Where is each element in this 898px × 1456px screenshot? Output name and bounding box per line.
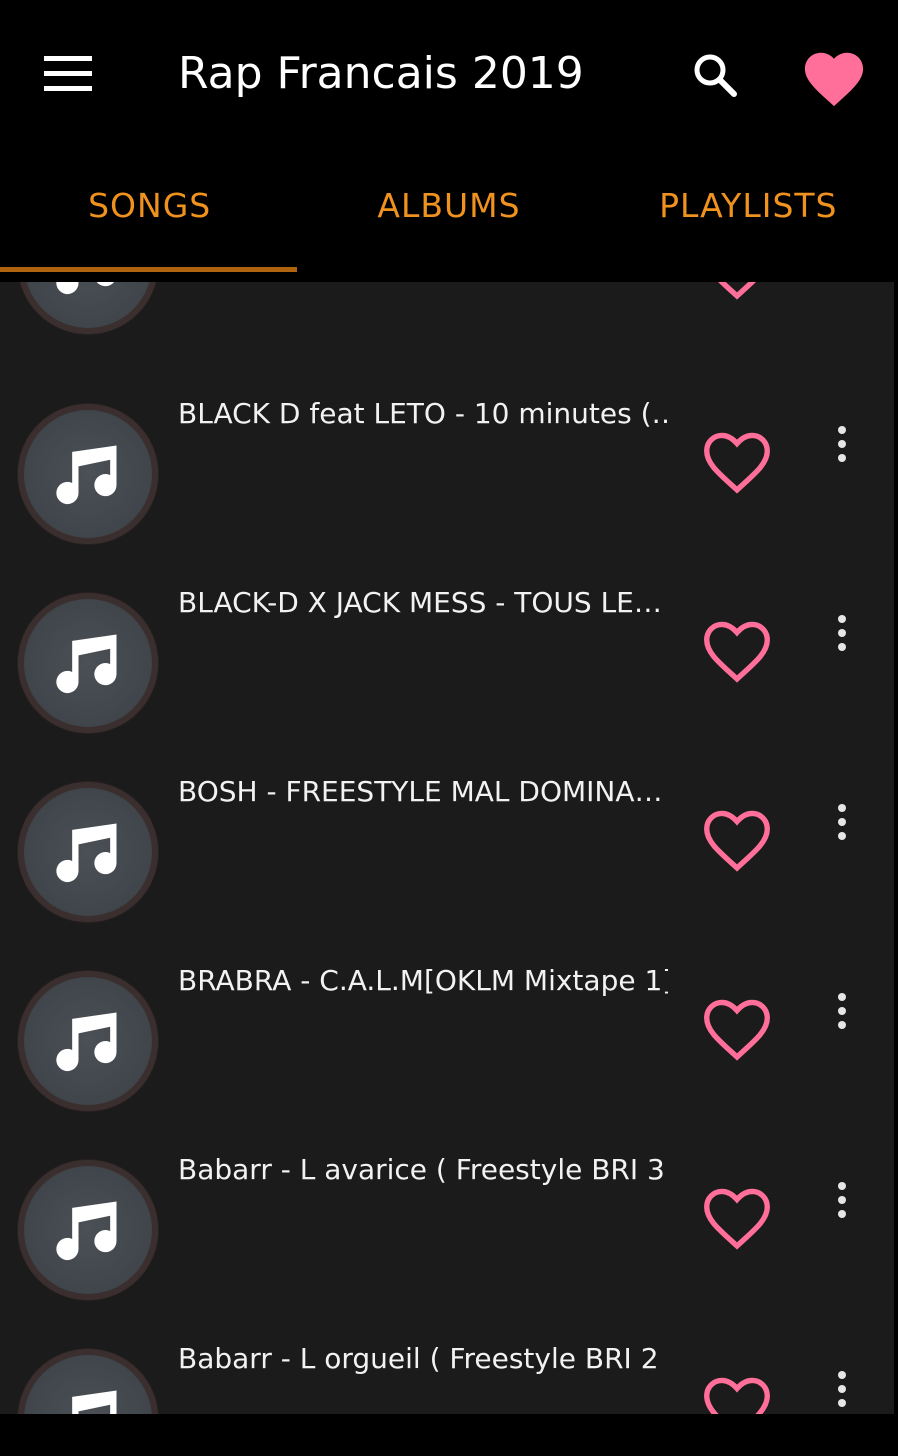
song-title: BLACK-D X JACK MESS - TOUS LE… bbox=[178, 586, 662, 619]
song-list[interactable]: BLACK D feat LETO - 10 minutes (… BLACK-… bbox=[0, 282, 894, 1414]
hamburger-menu-icon bbox=[44, 56, 92, 91]
heart-outline-icon bbox=[704, 810, 770, 872]
album-art bbox=[18, 593, 158, 733]
music-note-icon bbox=[56, 634, 117, 694]
more-options-button[interactable] bbox=[820, 1351, 864, 1414]
dot bbox=[838, 1021, 846, 1029]
more-options-button[interactable] bbox=[820, 784, 864, 860]
more-options-button[interactable] bbox=[820, 595, 864, 671]
list-item[interactable]: Babarr - L avarice ( Freestyle BRI 3 ) bbox=[0, 1142, 894, 1331]
song-title: BRABRA - C.A.L.M[OKLM Mixtape 1] bbox=[178, 964, 668, 997]
favorite-button[interactable] bbox=[690, 605, 784, 691]
heart-outline-icon bbox=[704, 999, 770, 1061]
dot bbox=[838, 1371, 846, 1379]
system-navigation-bar bbox=[0, 1414, 898, 1456]
heart-filled-icon bbox=[804, 52, 864, 107]
dot bbox=[838, 629, 846, 637]
heart-outline-icon bbox=[704, 432, 770, 494]
heart-outline-icon bbox=[704, 1188, 770, 1250]
song-title: Babarr - L avarice ( Freestyle BRI 3 ) bbox=[178, 1153, 668, 1186]
tab-albums-label: ALBUMS bbox=[377, 186, 521, 225]
list-item[interactable]: BLACK D feat LETO - 10 minutes (… bbox=[0, 386, 894, 575]
list-item[interactable]: Babarr - L orgueil ( Freestyle BRI 2 ) bbox=[0, 1331, 894, 1414]
dot bbox=[838, 1210, 846, 1218]
music-note-icon bbox=[56, 1201, 117, 1261]
favorite-button[interactable] bbox=[690, 416, 784, 502]
heart-outline-icon bbox=[704, 1377, 770, 1414]
dot bbox=[838, 440, 846, 448]
dot bbox=[838, 1196, 846, 1204]
song-title: BLACK D feat LETO - 10 minutes (… bbox=[178, 397, 668, 430]
search-button[interactable] bbox=[680, 40, 750, 110]
more-options-button[interactable] bbox=[820, 973, 864, 1049]
menu-button[interactable] bbox=[30, 42, 106, 106]
more-options-button[interactable] bbox=[820, 406, 864, 482]
music-note-icon bbox=[56, 282, 115, 295]
list-item[interactable]: BRABRA - C.A.L.M[OKLM Mixtape 1] bbox=[0, 953, 894, 1142]
dot bbox=[838, 1182, 846, 1190]
music-note-icon bbox=[72, 1390, 117, 1414]
album-art bbox=[18, 1160, 158, 1300]
music-note-icon bbox=[56, 1012, 117, 1072]
dot bbox=[838, 993, 846, 1001]
album-art bbox=[18, 1349, 158, 1414]
dot bbox=[838, 426, 846, 434]
app-toolbar: Rap Francais 2019 bbox=[0, 0, 898, 150]
dot bbox=[838, 615, 846, 623]
album-art bbox=[18, 282, 158, 334]
song-title: Babarr - L orgueil ( Freestyle BRI 2 ) bbox=[178, 1342, 668, 1375]
list-item[interactable]: BOSH - FREESTYLE MAL DOMINA… bbox=[0, 764, 894, 953]
song-title: BOSH - FREESTYLE MAL DOMINA… bbox=[178, 775, 663, 808]
more-options-button[interactable] bbox=[820, 1162, 864, 1238]
selected-tab-indicator bbox=[0, 267, 297, 272]
tab-playlists-label: PLAYLISTS bbox=[659, 186, 838, 225]
album-art bbox=[18, 404, 158, 544]
search-icon bbox=[694, 54, 737, 97]
dot bbox=[838, 1007, 846, 1015]
dot bbox=[838, 804, 846, 812]
tab-playlists[interactable]: PLAYLISTS bbox=[599, 150, 898, 282]
favorite-button[interactable] bbox=[690, 1172, 784, 1258]
tab-bar: SONGS ALBUMS PLAYLISTS bbox=[0, 150, 898, 282]
favorite-button[interactable] bbox=[690, 1361, 784, 1414]
list-item[interactable]: BLACK-D X JACK MESS - TOUS LE… bbox=[0, 575, 894, 764]
tab-songs[interactable]: SONGS bbox=[0, 150, 299, 282]
dot bbox=[838, 1385, 846, 1393]
heart-outline-icon bbox=[717, 282, 757, 300]
music-note-icon bbox=[56, 823, 117, 883]
favorites-button[interactable] bbox=[792, 34, 876, 118]
favorite-button[interactable] bbox=[690, 282, 784, 308]
music-note-icon bbox=[56, 445, 117, 505]
heart-outline-icon bbox=[704, 621, 770, 683]
album-art bbox=[18, 971, 158, 1111]
dot bbox=[838, 1399, 846, 1407]
dot bbox=[838, 818, 846, 826]
tab-albums[interactable]: ALBUMS bbox=[299, 150, 598, 282]
dot bbox=[838, 643, 846, 651]
dot bbox=[838, 454, 846, 462]
dot bbox=[838, 832, 846, 840]
album-art bbox=[18, 782, 158, 922]
favorite-button[interactable] bbox=[690, 794, 784, 880]
page-title: Rap Francais 2019 bbox=[178, 48, 584, 99]
favorite-button[interactable] bbox=[690, 983, 784, 1069]
list-item[interactable] bbox=[0, 282, 894, 365]
